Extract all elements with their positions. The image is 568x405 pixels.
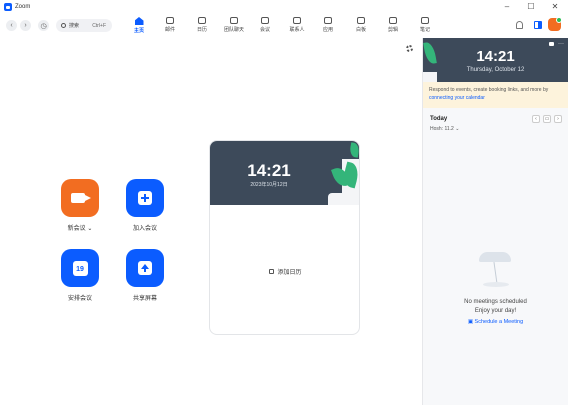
mail-icon (166, 17, 174, 24)
more-icon[interactable]: ··· (558, 41, 564, 47)
tab-team-chat[interactable]: 团队聊天 (221, 17, 247, 37)
new-meeting-tile[interactable] (61, 179, 99, 217)
tab-label: 白板 (355, 27, 366, 33)
calendar-card: 14:21 2023年10月12日 添加日历 (209, 140, 360, 335)
tab-mail[interactable]: 邮件 (157, 17, 183, 37)
tab-notes[interactable]: 笔记 (412, 17, 438, 37)
search-label: 搜索 (69, 23, 80, 29)
tab-whiteboard[interactable]: 白板 (348, 17, 374, 37)
zoom-logo-icon (4, 3, 12, 11)
avatar[interactable] (548, 17, 562, 31)
right-panel: ··· 14:21 Thursday, October 12 Respond t… (422, 38, 568, 405)
add-calendar-label: 添加日历 (277, 270, 302, 276)
side-panel-icon[interactable] (534, 21, 542, 29)
tab-clips[interactable]: 剪辑 (380, 17, 406, 37)
back-button[interactable]: ‹ (6, 20, 17, 31)
tab-label: 邮件 (164, 27, 175, 33)
connect-calendar-link[interactable]: connecting your calendar (429, 95, 485, 101)
share-screen-button[interactable]: 共享屏幕 (115, 249, 175, 302)
whiteboard-icon (357, 17, 365, 24)
window-controls: – ☐ ✕ (502, 2, 560, 12)
camera-icon[interactable] (549, 42, 554, 46)
home-icon (134, 17, 144, 25)
prev-day-button[interactable]: ‹ (532, 115, 540, 123)
tab-label: 应用 (322, 27, 333, 33)
top-toolbar: ‹ › ◷ 搜索 Ctrl+F 主页 邮件 日历 团队聊天 会议 联系人 应用 … (0, 14, 568, 38)
tab-label: 笔记 (419, 27, 430, 33)
forward-button[interactable]: › (20, 20, 31, 31)
new-meeting-button[interactable]: 新会议 ⌄ (50, 179, 110, 232)
schedule-meeting-link[interactable]: ▣ Schedule a Meeting (423, 319, 568, 325)
plus-icon (138, 191, 152, 205)
contacts-icon (293, 17, 301, 24)
video-icon (261, 17, 269, 24)
schedule-meeting-button[interactable]: 19 安排会议 (50, 249, 110, 302)
enjoy-day-text: Enjoy your day! (474, 308, 517, 314)
share-screen-label: 共享屏幕 (132, 296, 157, 302)
timezone-label: Hosh: 11.2 (430, 126, 454, 132)
panel-date: Thursday, October 12 (466, 67, 525, 73)
day-navigation: ‹ ▭ › (532, 115, 562, 123)
gear-icon[interactable] (406, 45, 413, 52)
new-meeting-label: 新会议 ⌄ (67, 226, 93, 232)
beach-umbrella-illustration (475, 252, 515, 288)
no-meetings-text: No meetings scheduled (464, 299, 527, 305)
tab-label: 剪辑 (387, 27, 398, 33)
video-camera-icon (71, 193, 91, 203)
share-screen-tile[interactable] (126, 249, 164, 287)
calendar-banner: 14:21 2023年10月12日 (210, 141, 359, 205)
clips-icon (389, 17, 397, 24)
bell-icon[interactable] (516, 21, 523, 29)
tab-home[interactable]: 主页 (126, 17, 152, 37)
tab-label: 联系人 (289, 27, 305, 33)
today-heading: Today (430, 116, 448, 122)
join-meeting-button[interactable]: 加入会议 (115, 179, 175, 232)
panel-time: 14:21 (476, 48, 515, 65)
tab-label: 会议 (259, 27, 270, 33)
calendar-add-icon (269, 269, 275, 274)
apps-icon (324, 17, 332, 24)
tab-contacts[interactable]: 联系人 (284, 17, 310, 37)
close-button[interactable]: ✕ (550, 2, 560, 12)
add-calendar-button[interactable]: 添加日历 (210, 267, 359, 276)
schedule-meeting-label: 安排会议 (67, 296, 92, 302)
schedule-meeting-tile[interactable]: 19 (61, 249, 99, 287)
timezone-selector[interactable]: Hosh: 11.2 ⌄ (430, 126, 459, 132)
minimize-button[interactable]: – (502, 2, 512, 12)
join-meeting-tile[interactable] (126, 179, 164, 217)
calendar-view-button[interactable]: ▭ (543, 115, 551, 123)
window-title: Zoom (15, 4, 31, 10)
calendar-icon: 19 (72, 260, 88, 276)
join-meeting-label: 加入会议 (132, 226, 157, 232)
notes-icon (421, 17, 429, 24)
title-bar: Zoom – ☐ ✕ (0, 0, 568, 14)
chat-icon (230, 17, 238, 24)
tab-calendar[interactable]: 日历 (189, 17, 215, 37)
calendar-icon (198, 17, 206, 24)
notice-text: Respond to events, create booking links,… (429, 87, 549, 93)
share-arrow-icon (138, 261, 152, 275)
tab-label: 团队聊天 (223, 27, 244, 33)
search-input[interactable]: 搜索 Ctrl+F (56, 19, 112, 32)
tab-apps[interactable]: 应用 (315, 17, 341, 37)
right-panel-header: ··· 14:21 Thursday, October 12 (423, 38, 568, 82)
maximize-button[interactable]: ☐ (526, 2, 536, 12)
current-date: 2023年10月12日 (250, 182, 288, 188)
tab-label: 日历 (196, 27, 207, 33)
current-time: 14:21 (247, 161, 291, 180)
next-day-button[interactable]: › (554, 115, 562, 123)
tab-label: 主页 (133, 28, 144, 34)
plant-illustration (328, 141, 359, 205)
schedule-link-label: Schedule a Meeting (474, 319, 524, 325)
calendar-notice: Respond to events, create booking links,… (423, 82, 568, 108)
search-shortcut: Ctrl+F (92, 22, 106, 29)
tab-meetings[interactable]: 会议 (252, 17, 278, 37)
search-icon (61, 23, 66, 28)
history-button[interactable]: ◷ (38, 20, 49, 31)
panel-header-actions: ··· (549, 41, 564, 47)
